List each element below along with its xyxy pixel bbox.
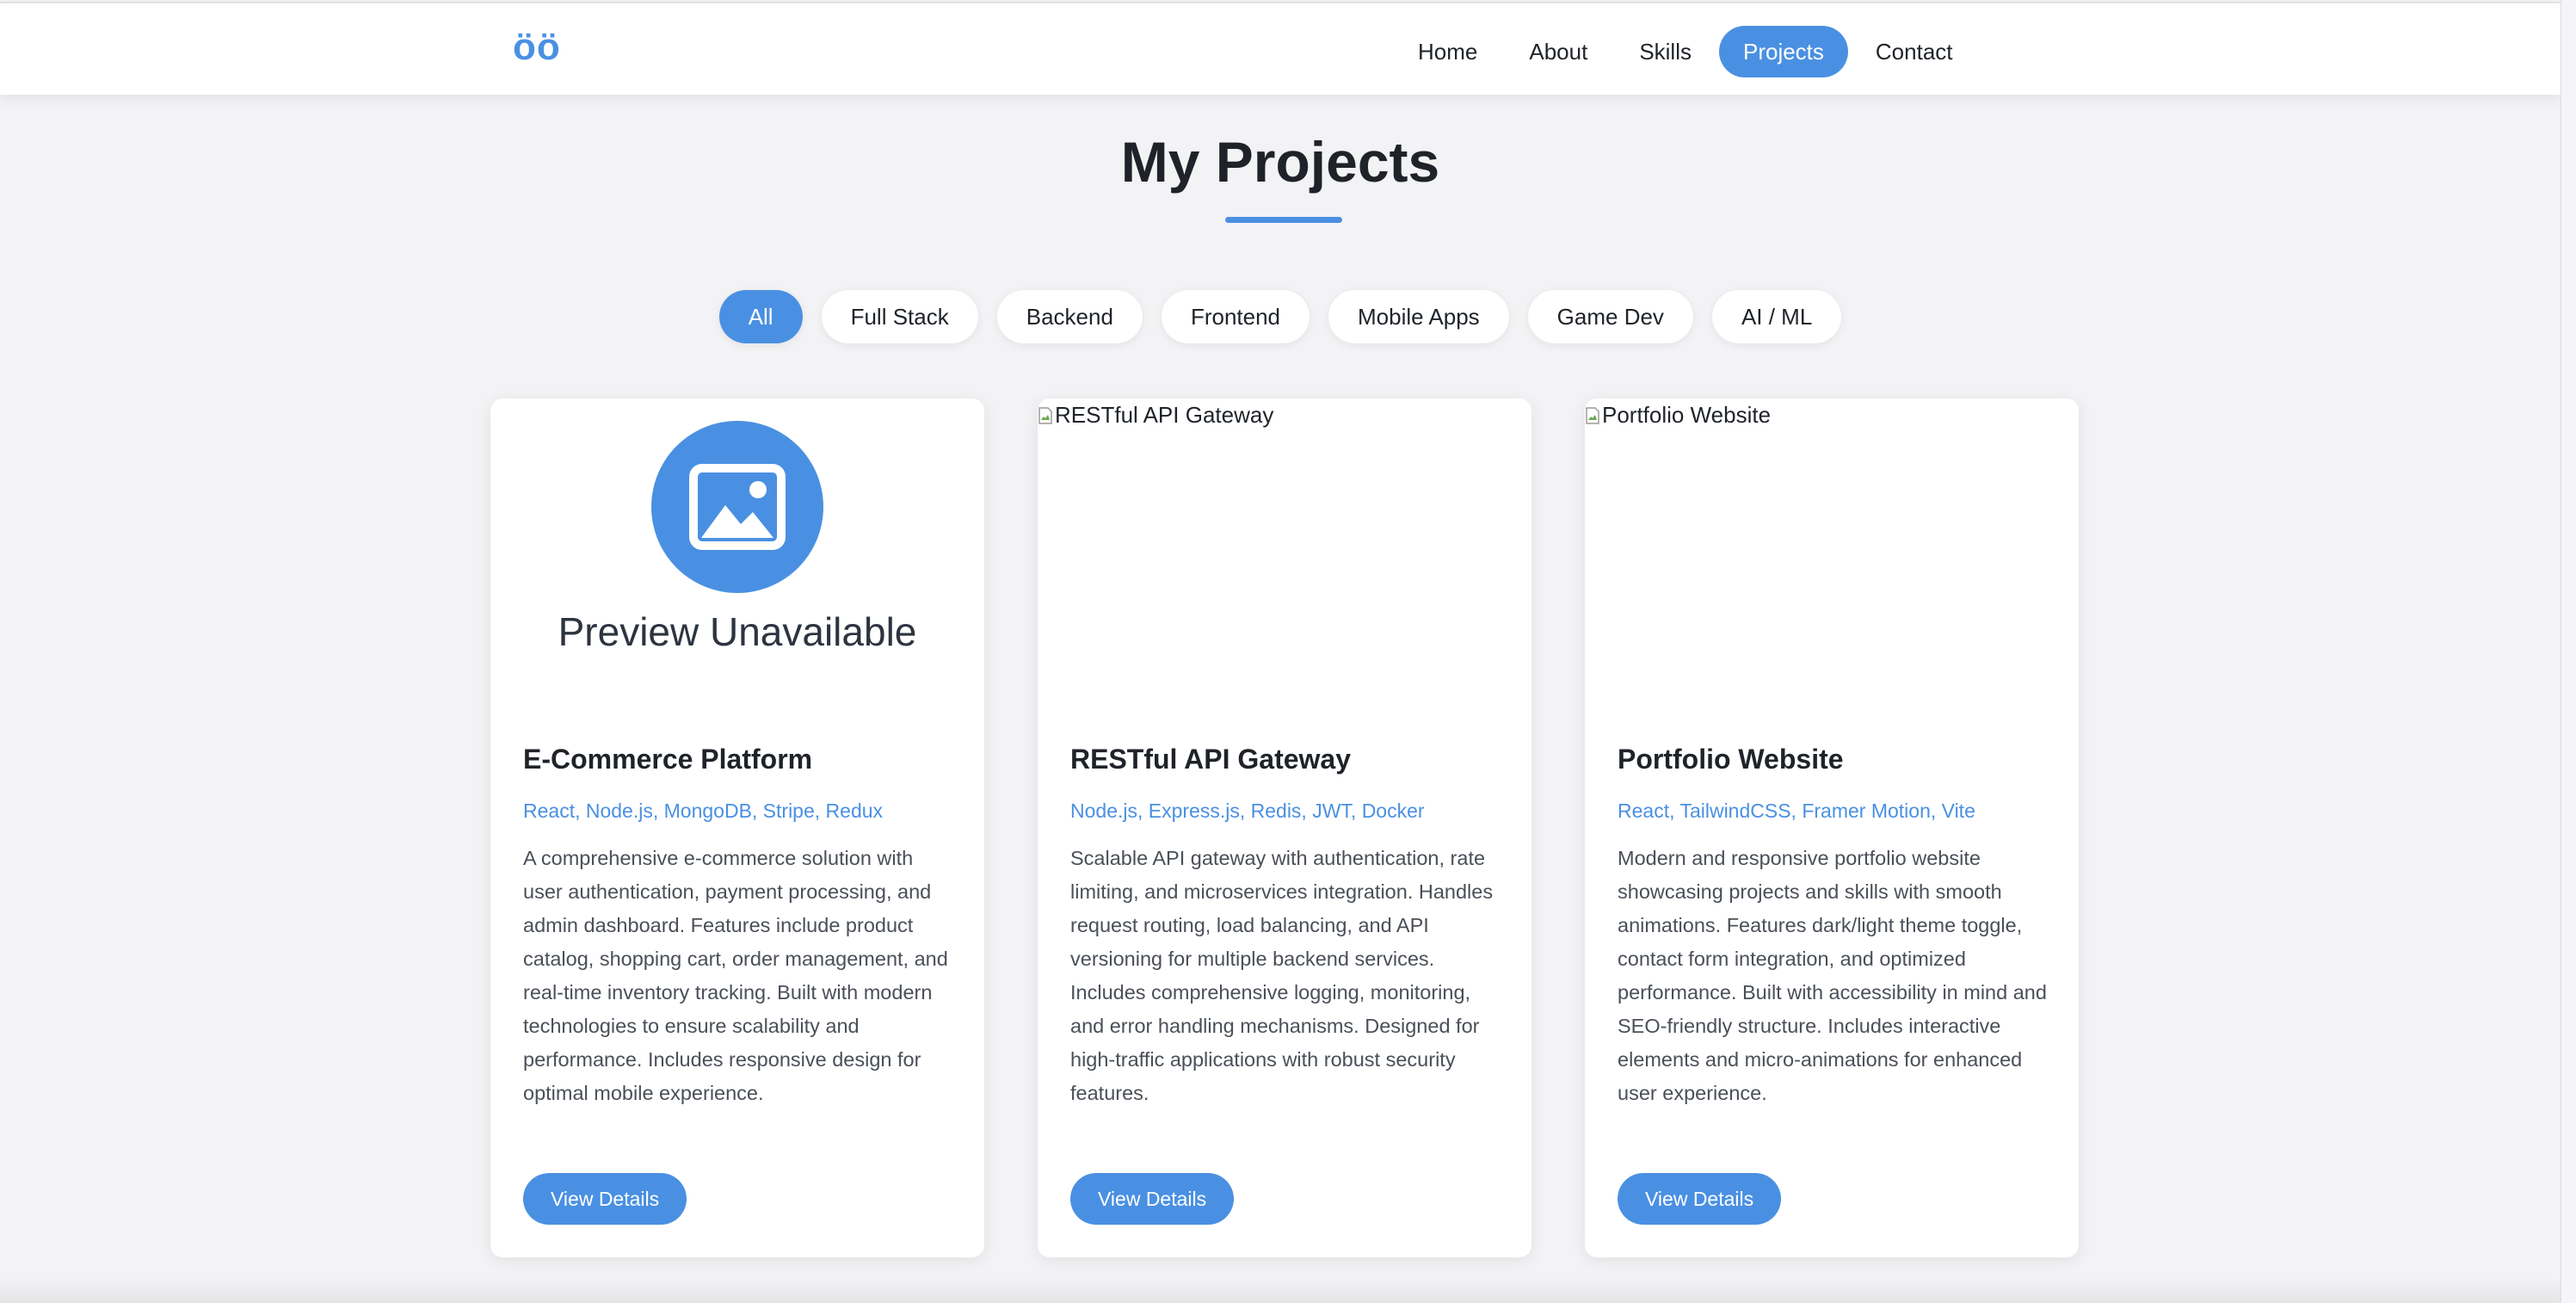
view-details-button[interactable]: View Details [1070, 1173, 1235, 1225]
project-title: Portfolio Website [1618, 744, 1844, 775]
image-alt-text: Portfolio Website [1602, 402, 1772, 428]
title-underline [1225, 217, 1342, 223]
project-tech-stack: Node.js, Express.js, Redis, JWT, Docker [1070, 800, 1425, 822]
project-card-body: E-Commerce Platform React, Node.js, Mong… [523, 740, 953, 1110]
nav-link-projects[interactable]: Projects [1718, 26, 1848, 77]
project-card-body: RESTful API Gateway Node.js, Express.js,… [1070, 740, 1501, 1110]
project-tech-stack: React, TailwindCSS, Framer Motion, Vite [1618, 800, 1975, 822]
project-tech-stack: React, Node.js, MongoDB, Stripe, Redux [523, 800, 884, 822]
image-alt-text: RESTful API Gateway [1055, 402, 1274, 428]
filter-full-stack[interactable]: Full Stack [821, 290, 978, 343]
nav-link-contact[interactable]: Contact [1852, 26, 1977, 77]
window-edge [2561, 0, 2576, 1303]
filter-ai-ml[interactable]: AI / ML [1711, 290, 1842, 343]
preview-unavailable-text: Preview Unavailable [558, 609, 917, 654]
project-grid: Preview Unavailable E-Commerce Platform … [490, 398, 2079, 1257]
filter-mobile-apps[interactable]: Mobile Apps [1328, 290, 1509, 343]
image-icon [689, 464, 786, 550]
project-filters: All Full Stack Backend Frontend Mobile A… [0, 290, 2561, 343]
page-title: My Projects [1120, 130, 1440, 194]
project-description: Modern and responsive portfolio website … [1618, 847, 2047, 1104]
page: öö Home About Skills Projects Contact My… [0, 0, 2576, 1303]
bottom-shadow [0, 1277, 2561, 1303]
broken-image-icon [1586, 406, 1599, 424]
project-image: Portfolio Website [1585, 398, 2079, 708]
project-card: Preview Unavailable E-Commerce Platform … [490, 398, 984, 1257]
filter-backend[interactable]: Backend [996, 290, 1143, 343]
project-card: RESTful API Gateway RESTful API Gateway … [1038, 398, 1531, 1257]
project-card: Portfolio Website Portfolio Website Reac… [1585, 398, 2079, 1257]
broken-image-icon [1038, 406, 1052, 424]
broken-image: Portfolio Website [1585, 402, 1771, 429]
nav-link-skills[interactable]: Skills [1615, 26, 1716, 77]
project-title: RESTful API Gateway [1070, 744, 1351, 775]
site-logo[interactable]: öö [513, 26, 561, 69]
view-details-button[interactable]: View Details [1618, 1173, 1782, 1225]
filter-frontend[interactable]: Frontend [1161, 290, 1310, 343]
project-description: A comprehensive e-commerce solution with… [523, 847, 948, 1104]
navbar: öö Home About Skills Projects Contact [0, 2, 2561, 95]
project-card-body: Portfolio Website React, TailwindCSS, Fr… [1618, 740, 2048, 1110]
broken-image: RESTful API Gateway [1038, 402, 1273, 429]
filter-all[interactable]: All [718, 290, 803, 343]
image-placeholder-icon [651, 421, 823, 593]
filter-game-dev[interactable]: Game Dev [1527, 290, 1693, 343]
nav-links: Home About Skills Projects Contact [1394, 26, 1977, 77]
project-image: Preview Unavailable [490, 398, 984, 708]
view-details-button[interactable]: View Details [523, 1173, 687, 1225]
project-title: E-Commerce Platform [523, 744, 813, 775]
nav-link-home[interactable]: Home [1394, 26, 1501, 77]
nav-link-about[interactable]: About [1505, 26, 1612, 77]
project-description: Scalable API gateway with authentication… [1070, 847, 1494, 1104]
project-image: RESTful API Gateway [1038, 398, 1531, 708]
